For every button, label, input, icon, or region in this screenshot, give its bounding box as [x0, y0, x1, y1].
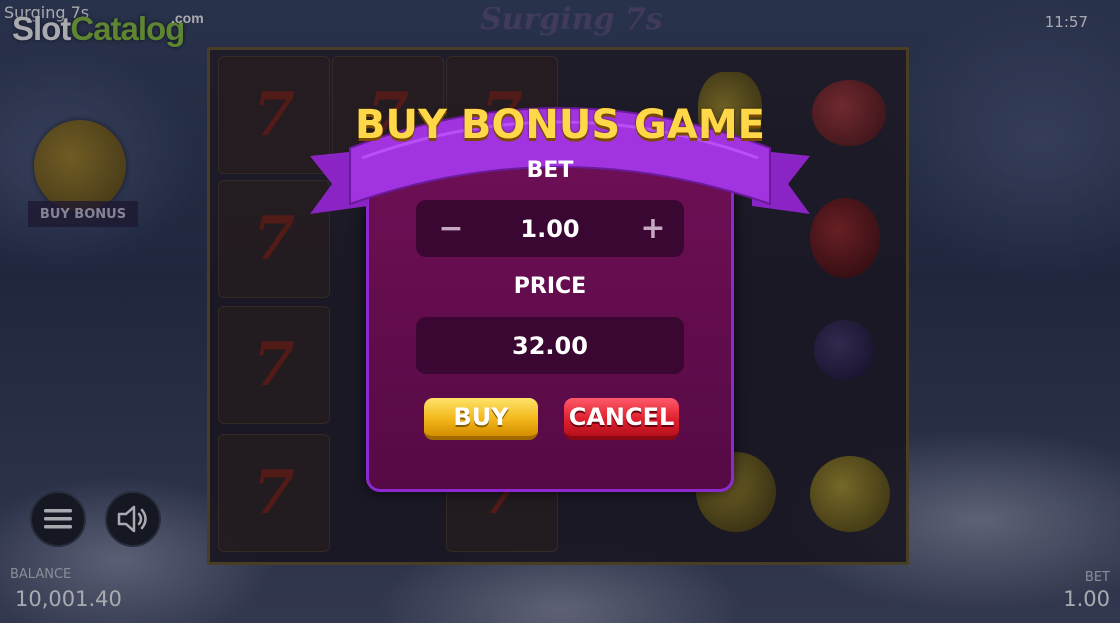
bet-label: BET — [526, 158, 574, 183]
bet-increase-button[interactable]: + — [628, 200, 678, 257]
cancel-button[interactable]: CANCEL — [564, 398, 679, 440]
price-value: 32.00 — [512, 331, 588, 360]
bet-stepper: − 1.00 + — [416, 200, 684, 257]
bet-value: 1.00 — [520, 214, 580, 243]
buy-button[interactable]: BUY — [424, 398, 538, 440]
modal-title: BUY BONUS GAME — [355, 102, 765, 148]
price-label: PRICE — [513, 274, 587, 299]
price-field: 32.00 — [416, 317, 684, 374]
bet-decrease-button[interactable]: − — [426, 200, 476, 257]
